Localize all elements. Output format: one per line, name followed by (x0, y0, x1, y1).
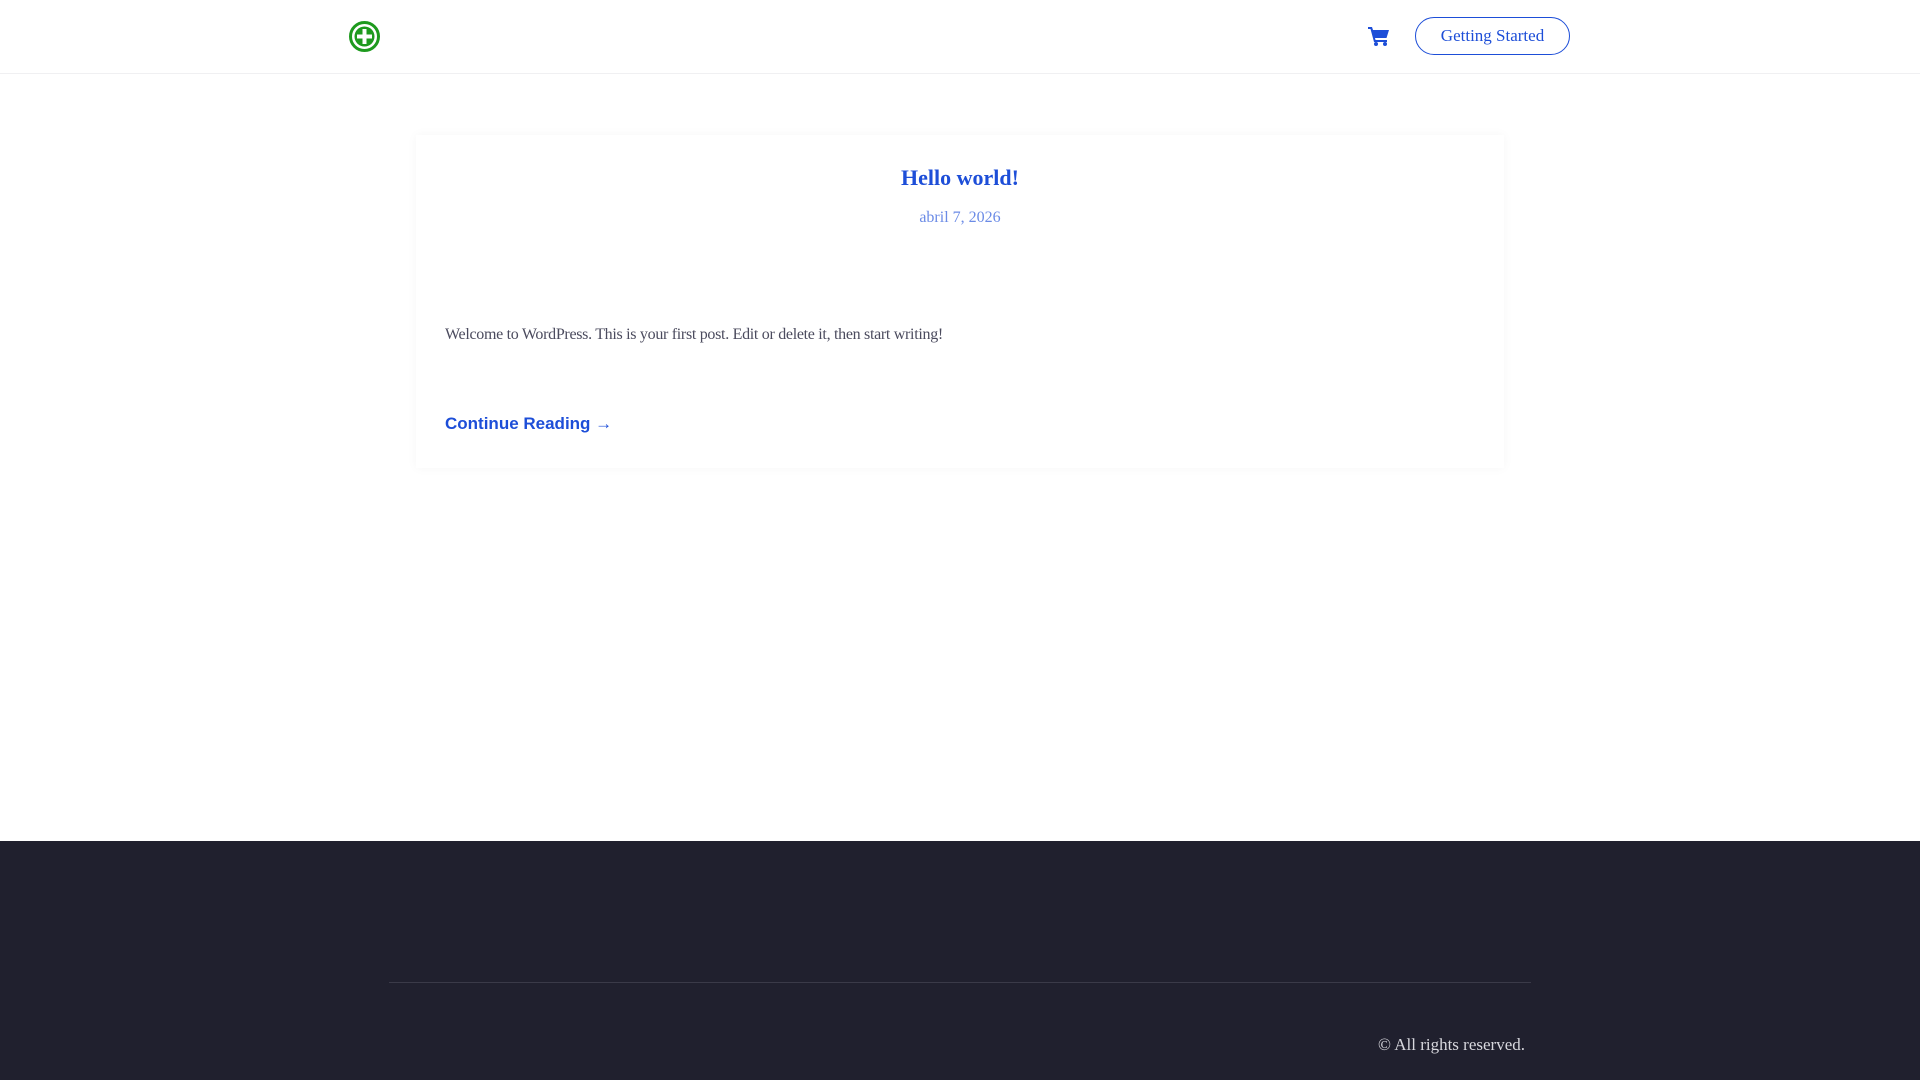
post-date: abril 7, 2026 (919, 209, 1001, 226)
cart-button[interactable] (1368, 26, 1390, 46)
footer-divider (389, 982, 1531, 983)
continue-reading-link[interactable]: Continue Reading → (445, 414, 612, 434)
post-excerpt: Welcome to WordPress. This is your first… (445, 326, 943, 343)
green-cross-logo-icon (349, 21, 380, 52)
post-title[interactable]: Hello world! (416, 165, 1504, 191)
post-card: Hello world! abril 7, 2026 Welcome to Wo… (416, 135, 1504, 468)
shopping-cart-icon (1368, 27, 1389, 46)
copyright-text: © All rights reserved. (1378, 1035, 1525, 1054)
getting-started-button[interactable]: Getting Started (1415, 17, 1570, 55)
site-header: Getting Started (0, 0, 1920, 74)
site-footer: © All rights reserved. (0, 841, 1920, 1080)
site-logo[interactable] (349, 21, 380, 52)
